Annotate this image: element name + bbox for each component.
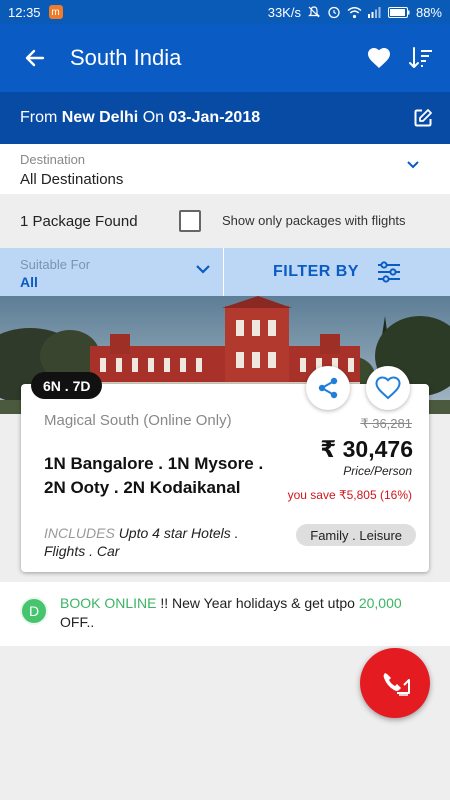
back-button[interactable]: [0, 24, 70, 92]
package-itinerary: 1N Bangalore . 1N Mysore . 2N Ooty . 2N …: [44, 454, 264, 497]
share-button[interactable]: [306, 366, 350, 410]
offer-avatar: D: [20, 597, 48, 625]
offer-body: !! New Year holidays & get utpo: [156, 595, 359, 611]
offer-text: BOOK ONLINE !! New Year holidays & get u…: [60, 594, 430, 632]
app-bar: South India: [0, 24, 450, 92]
wifi-icon: [347, 6, 362, 18]
status-bar: 12:35 m 33K/s 88%: [0, 0, 450, 24]
signal-icon: [367, 7, 381, 18]
heart-outline-icon: [375, 376, 401, 400]
network-speed: 33K/s: [267, 4, 301, 20]
package-card[interactable]: Magical South (Online Only) 1N Bangalore…: [21, 384, 429, 572]
offer-banner[interactable]: D BOOK ONLINE !! New Year holidays & get…: [0, 582, 450, 646]
original-price: ₹ 36,281: [360, 416, 412, 431]
share-icon: [318, 377, 338, 399]
status-time: 12:35: [8, 4, 41, 20]
travel-date: 03-Jan-2018: [168, 109, 261, 126]
battery-icon: [387, 6, 410, 18]
suitable-for-dropdown[interactable]: Suitable For All: [0, 248, 224, 296]
contact-agent-fab[interactable]: [360, 648, 430, 718]
agent-icon: [383, 673, 410, 696]
sort-button[interactable]: [400, 24, 442, 92]
suitable-for-value: All: [20, 274, 38, 290]
offer-highlight: BOOK ONLINE: [60, 595, 157, 611]
offer-suffix: OFF..: [60, 614, 95, 630]
status-right: 33K/s 88%: [268, 5, 442, 20]
sort-icon: [409, 47, 432, 68]
price-unit: Price/Person: [343, 464, 412, 478]
results-bar: 1 Package Found Show only packages with …: [0, 194, 450, 248]
filter-by-label: FILTER BY: [273, 263, 359, 280]
filter-bar: Suitable For All FILTER BY: [0, 248, 450, 296]
page-title: South India: [70, 45, 182, 70]
from-city: New Delhi: [61, 109, 139, 126]
add-to-favorites-button[interactable]: [366, 366, 410, 410]
edit-icon: [414, 109, 432, 127]
back-arrow-icon: [25, 49, 45, 67]
alarm-icon: [328, 6, 340, 19]
heart-icon: [368, 48, 390, 68]
package-count: 1 Package Found: [20, 212, 138, 230]
app-bar-actions: [358, 24, 450, 92]
package-name: Magical South (Online Only): [44, 412, 232, 429]
sliders-icon: [377, 261, 400, 283]
chevron-down-icon: [407, 161, 419, 169]
flights-only-label[interactable]: Show only packages with flights: [222, 213, 406, 228]
notification-icon: m: [48, 5, 63, 19]
offer-amount: 20,000: [358, 595, 402, 611]
mute-icon: [308, 6, 320, 18]
package-includes: INCLUDES Upto 4 star Hotels . Flights . …: [44, 524, 274, 560]
package-price: ₹ 30,476: [320, 436, 413, 462]
destination-label: Destination: [20, 152, 86, 167]
on-label: On: [142, 109, 165, 126]
flights-only-checkbox[interactable]: [179, 210, 201, 232]
destination-selector[interactable]: Destination All Destinations: [0, 144, 450, 194]
includes-label: INCLUDES: [44, 525, 115, 541]
from-label: From: [20, 109, 58, 126]
trip-summary-bar: From New Delhi On 03-Jan-2018: [0, 92, 450, 144]
suitable-for-label: Suitable For: [20, 257, 91, 272]
savings-text: you save ₹5,805 (16%): [287, 488, 412, 502]
edit-trip-button[interactable]: [396, 92, 450, 144]
favorites-button[interactable]: [358, 24, 400, 92]
chevron-down-icon: [196, 265, 210, 274]
duration-badge: 6N . 7D: [31, 372, 103, 399]
filter-by-button[interactable]: FILTER BY: [224, 248, 450, 296]
battery-level: 88%: [415, 4, 442, 20]
destination-value: All Destinations: [20, 171, 124, 188]
package-category-tag: Family . Leisure: [296, 524, 416, 546]
